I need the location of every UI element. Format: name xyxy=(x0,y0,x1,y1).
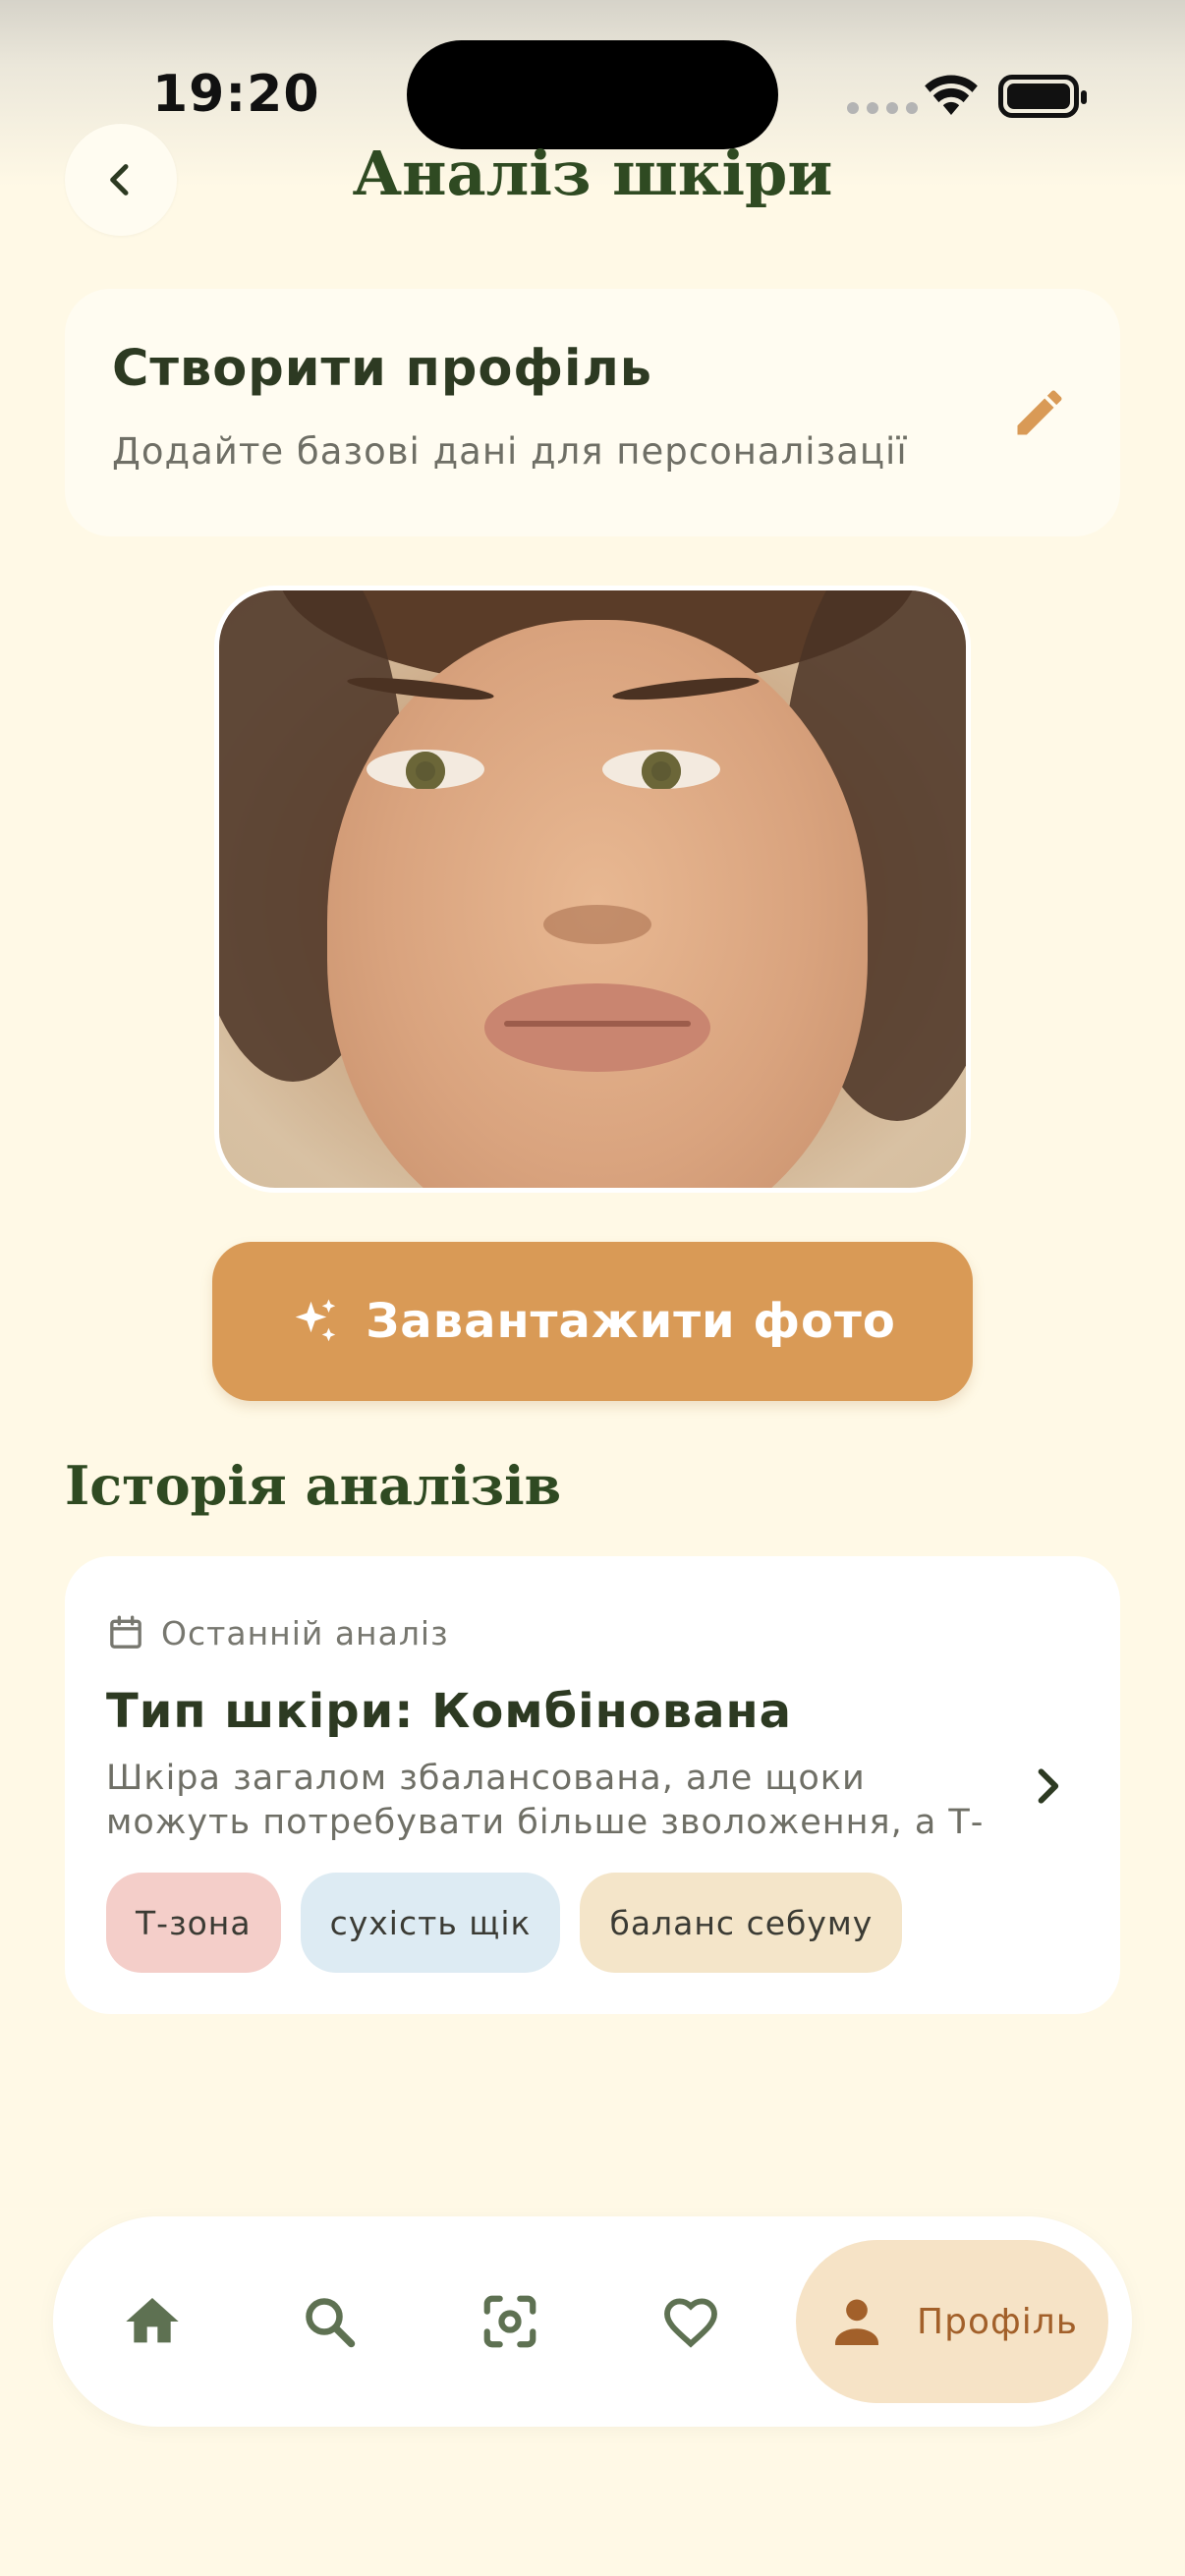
scan-icon xyxy=(483,2295,536,2348)
nav-profile-label: Профіль xyxy=(917,2301,1078,2342)
wifi-icon xyxy=(925,75,978,115)
bottom-nav: Профіль xyxy=(53,2216,1132,2427)
face-photo xyxy=(214,586,971,1193)
nav-scan[interactable] xyxy=(450,2216,570,2427)
cellular-signal-icon xyxy=(847,102,918,114)
chevron-right-icon[interactable] xyxy=(1026,1764,1069,1808)
upload-photo-label: Завантажити фото xyxy=(366,1294,896,1349)
heart-icon xyxy=(664,2298,717,2348)
skin-description: Шкіра загалом збалансована, але щоки мож… xyxy=(106,1759,985,1842)
chevron-left-icon xyxy=(110,164,129,196)
create-profile-subtitle: Додайте базові дані для персоналізації xyxy=(112,430,908,473)
pencil-icon[interactable] xyxy=(1010,383,1069,442)
tag-dry-cheeks: сухість щік xyxy=(300,1873,561,1973)
tag-sebum-balance: баланс себуму xyxy=(580,1873,903,1973)
home-icon xyxy=(126,2298,179,2343)
analysis-tags: Т-зона сухість щік баланс себуму xyxy=(106,1873,903,1973)
create-profile-title: Створити профіль xyxy=(112,340,653,398)
nav-search[interactable] xyxy=(269,2216,389,2427)
last-analysis-row: Останній аналіз xyxy=(106,1613,449,1652)
nav-favorites[interactable] xyxy=(631,2216,751,2427)
status-time: 19:20 xyxy=(152,65,320,124)
create-profile-card[interactable]: Створити профіль Додайте базові дані для… xyxy=(65,289,1120,536)
calendar-icon xyxy=(110,1615,141,1649)
last-analysis-label: Останній аналіз xyxy=(161,1613,449,1652)
history-title: Історія аналізів xyxy=(65,1454,562,1517)
search-icon xyxy=(306,2298,356,2348)
upload-photo-button[interactable]: Завантажити фото xyxy=(212,1242,973,1401)
skin-type-title: Тип шкіри: Комбінована xyxy=(106,1684,793,1739)
nav-home[interactable] xyxy=(92,2216,212,2427)
dynamic-island xyxy=(407,40,778,149)
nav-profile[interactable]: Профіль xyxy=(796,2240,1108,2403)
tag-t-zone: Т-зона xyxy=(106,1873,281,1973)
page-title: Аналіз шкіри xyxy=(352,138,833,209)
person-icon xyxy=(835,2299,878,2346)
back-button[interactable] xyxy=(65,124,177,236)
analysis-card[interactable]: Останній аналіз Тип шкіри: Комбінована Ш… xyxy=(65,1556,1120,2014)
battery-icon xyxy=(998,75,1087,118)
sparkles-icon xyxy=(295,1299,336,1342)
